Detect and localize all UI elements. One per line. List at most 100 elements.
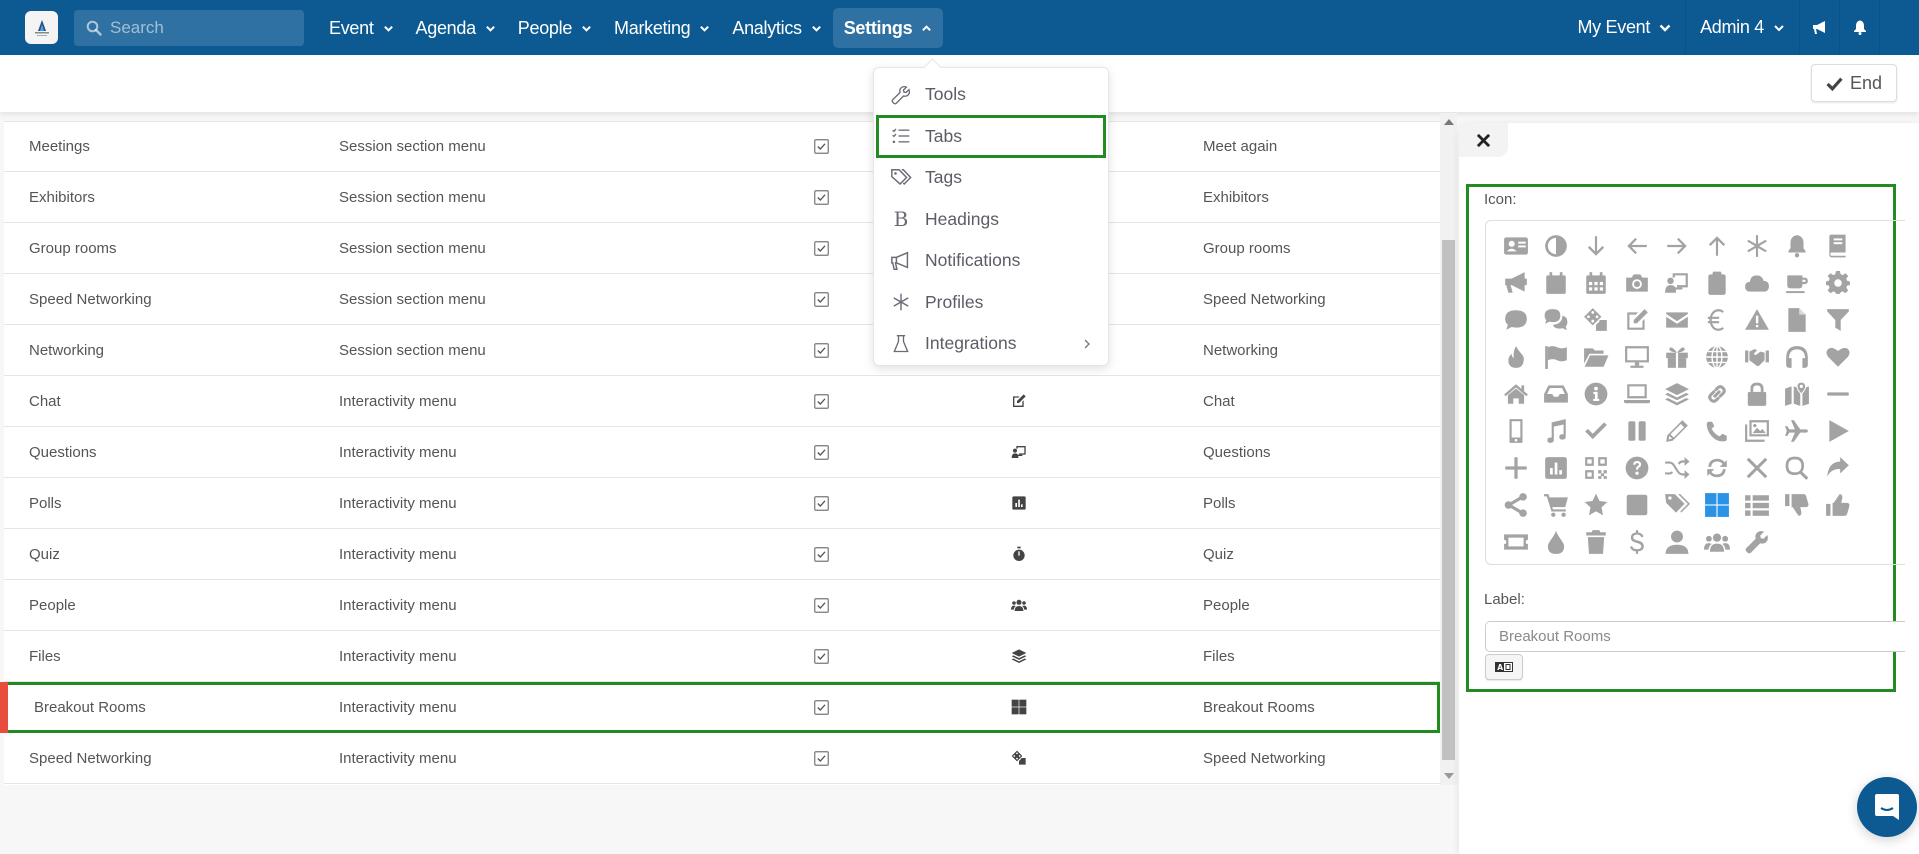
arrow-left-icon[interactable] [1620, 229, 1654, 263]
warning-icon[interactable] [1740, 303, 1774, 337]
table-scrollbar[interactable] [1440, 113, 1457, 785]
map-marked-icon[interactable] [1780, 377, 1814, 411]
cog-icon[interactable] [1821, 266, 1855, 300]
nav-analytics[interactable]: Analytics [721, 8, 832, 48]
search-input[interactable] [110, 18, 290, 38]
edit-icon[interactable] [1620, 303, 1654, 337]
flag-icon[interactable] [1539, 340, 1573, 374]
enabled-checkbox[interactable] [814, 444, 829, 460]
table-row[interactable]: Files Interactivity menu Files [4, 631, 1440, 682]
file-icon[interactable] [1780, 303, 1814, 337]
event-selector[interactable]: My Event [1563, 0, 1685, 55]
envelope-icon[interactable] [1660, 303, 1694, 337]
scroll-up-arrow[interactable] [1444, 119, 1454, 125]
list-icon[interactable] [1740, 488, 1774, 522]
enabled-checkbox[interactable] [814, 546, 829, 562]
calendar-icon[interactable] [1539, 266, 1573, 300]
lock-icon[interactable] [1740, 377, 1774, 411]
calendar-grid-icon[interactable] [1579, 266, 1613, 300]
enabled-checkbox[interactable] [814, 291, 829, 307]
user-icon[interactable] [1660, 525, 1694, 559]
table-row[interactable]: Quiz Interactivity menu Quiz [4, 529, 1440, 580]
close-panel-button[interactable] [1459, 123, 1508, 157]
table-row[interactable]: Questions Interactivity menu Questions [4, 427, 1440, 478]
nav-agenda[interactable]: Agenda [405, 8, 507, 48]
arrow-right-icon[interactable] [1660, 229, 1694, 263]
play-icon[interactable] [1821, 414, 1855, 448]
pause-icon[interactable] [1620, 414, 1654, 448]
comments-icon[interactable] [1539, 303, 1573, 337]
inbox-icon[interactable] [1539, 377, 1573, 411]
coffee-icon[interactable] [1780, 266, 1814, 300]
table-row[interactable]: People Interactivity menu People [4, 580, 1440, 631]
link-icon[interactable] [1700, 377, 1734, 411]
enabled-checkbox[interactable] [814, 139, 829, 154]
nav-event[interactable]: Event [318, 8, 405, 48]
enabled-checkbox[interactable] [814, 342, 829, 358]
table-row[interactable]: Exhibitors Session section menu Exhibitors [4, 172, 1440, 223]
minus-icon[interactable] [1821, 377, 1855, 411]
book-icon[interactable] [1821, 229, 1855, 263]
chart-icon[interactable] [1539, 451, 1573, 485]
table-row[interactable]: Meetings Session section menu Meet again [4, 121, 1440, 172]
search-icon[interactable] [1780, 451, 1814, 485]
fire-icon[interactable] [1499, 340, 1533, 374]
settings-menu-item-integrations[interactable]: Integrations [874, 323, 1108, 365]
nav-people[interactable]: People [507, 8, 603, 48]
layers-icon[interactable] [1660, 377, 1694, 411]
home-icon[interactable] [1499, 377, 1533, 411]
euro-icon[interactable] [1700, 303, 1734, 337]
images-icon[interactable] [1740, 414, 1774, 448]
table-row[interactable]: Speed Networking Session section menu Spee… [4, 274, 1440, 325]
support-chat-button[interactable] [1857, 777, 1917, 837]
asterisk-icon[interactable] [1740, 229, 1774, 263]
end-button[interactable]: End [1810, 64, 1897, 102]
presenter-icon[interactable] [1660, 266, 1694, 300]
phone-icon[interactable] [1700, 414, 1734, 448]
arrow-down-icon[interactable] [1579, 229, 1613, 263]
plane-icon[interactable] [1780, 414, 1814, 448]
share-nodes-icon[interactable] [1499, 488, 1533, 522]
heart-icon[interactable] [1821, 340, 1855, 374]
filter-icon[interactable] [1821, 303, 1855, 337]
table-row[interactable]: Polls Interactivity menu Polls [4, 478, 1440, 529]
enabled-checkbox[interactable] [814, 750, 829, 766]
camera-icon[interactable] [1620, 266, 1654, 300]
table-row[interactable]: Networking Session section menu Networking [4, 325, 1440, 376]
adjust-icon[interactable] [1539, 229, 1573, 263]
table-row[interactable]: Breakout Rooms Interactivity menu Breakout… [0, 682, 1440, 733]
star-icon[interactable] [1579, 488, 1613, 522]
users-icon[interactable] [1700, 525, 1734, 559]
enabled-checkbox[interactable] [814, 393, 829, 409]
settings-menu-item-headings[interactable]: B Headings [874, 199, 1108, 241]
info-icon[interactable] [1579, 377, 1613, 411]
trash-icon[interactable] [1579, 525, 1613, 559]
settings-menu-item-profiles[interactable]: Profiles [874, 282, 1108, 324]
grid-icon[interactable] [1700, 488, 1734, 522]
dice-icon[interactable] [1579, 303, 1613, 337]
sync-icon[interactable] [1700, 451, 1734, 485]
announcements-button[interactable] [1799, 0, 1839, 55]
comment-icon[interactable] [1499, 303, 1533, 337]
id-card-icon[interactable] [1499, 229, 1533, 263]
dollar-icon[interactable] [1620, 525, 1654, 559]
label-input[interactable] [1485, 621, 1905, 652]
random-icon[interactable] [1660, 451, 1694, 485]
bell-icon[interactable] [1780, 229, 1814, 263]
cloud-icon[interactable] [1740, 266, 1774, 300]
headphones-icon[interactable] [1780, 340, 1814, 374]
qrcode-icon[interactable] [1579, 451, 1613, 485]
music-icon[interactable] [1539, 414, 1573, 448]
settings-menu-item-tools[interactable]: Tools [874, 74, 1108, 116]
settings-menu-item-tags[interactable]: Tags [874, 157, 1108, 199]
table-row[interactable]: Chat Interactivity menu Chat [4, 376, 1440, 427]
clipboard-icon[interactable] [1700, 266, 1734, 300]
pencil-icon[interactable] [1660, 414, 1694, 448]
nav-settings[interactable]: Settings [832, 8, 944, 48]
enabled-checkbox[interactable] [814, 189, 829, 205]
thumbs-down-icon[interactable] [1780, 488, 1814, 522]
share-icon[interactable] [1821, 451, 1855, 485]
nav-marketing[interactable]: Marketing [603, 8, 721, 48]
scroll-thumb[interactable] [1442, 240, 1455, 760]
user-menu[interactable]: Admin 4 [1685, 0, 1799, 55]
